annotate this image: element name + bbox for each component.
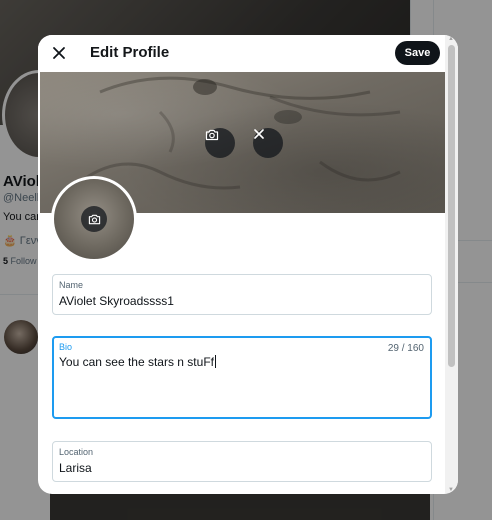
scroll-up-arrow-icon[interactable]: ▲ [448, 36, 454, 42]
bio-label: Bio [59, 342, 73, 352]
modal-scrollbar[interactable]: ▲ ▼ [445, 35, 458, 494]
change-banner-button[interactable] [205, 128, 235, 158]
location-input[interactable]: Larisa [59, 461, 92, 475]
scroll-down-arrow-icon[interactable]: ▼ [448, 487, 454, 493]
profile-avatar [51, 176, 137, 262]
modal-header: Edit Profile Save [38, 35, 445, 72]
name-field[interactable]: Name AViolet Skyroadssss1 [52, 274, 432, 315]
edit-profile-modal: Edit Profile Save Name AViolet Skyroadss… [38, 35, 458, 494]
remove-banner-button[interactable] [253, 128, 283, 158]
bio-field[interactable]: Bio 29 / 160 You can see the stars n stu… [52, 336, 432, 419]
text-caret [214, 355, 216, 368]
save-button[interactable]: Save [395, 41, 440, 65]
close-icon [53, 47, 65, 59]
close-button[interactable] [46, 40, 72, 66]
close-icon [254, 129, 264, 139]
bio-text: You can see the stars n stuFf [59, 355, 214, 369]
scroll-thumb[interactable] [448, 45, 455, 367]
location-label: Location [59, 447, 94, 457]
bio-textarea[interactable]: You can see the stars n stuFf [59, 355, 216, 369]
name-label: Name [59, 280, 84, 290]
change-avatar-button[interactable] [81, 206, 107, 232]
bio-character-counter: 29 / 160 [387, 343, 424, 354]
camera-icon [205, 129, 219, 141]
camera-icon [88, 214, 100, 224]
location-field[interactable]: Location Larisa [52, 441, 432, 482]
modal-title: Edit Profile [90, 44, 170, 61]
name-input[interactable]: AViolet Skyroadssss1 [59, 294, 174, 308]
